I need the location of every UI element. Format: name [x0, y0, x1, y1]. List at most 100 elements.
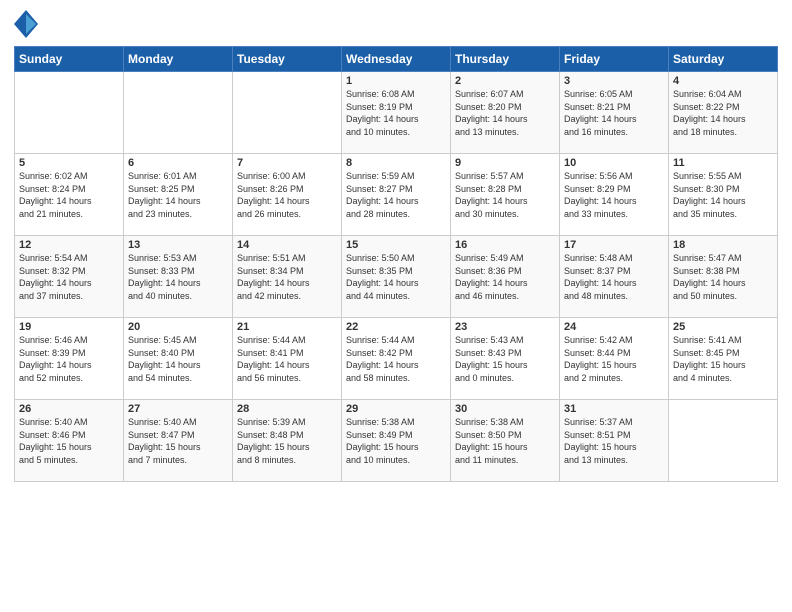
day-number: 11 — [673, 157, 773, 169]
day-number: 23 — [455, 321, 555, 333]
calendar-cell: 30Sunrise: 5:38 AM Sunset: 8:50 PM Dayli… — [451, 400, 560, 482]
day-number: 30 — [455, 403, 555, 415]
calendar-cell: 21Sunrise: 5:44 AM Sunset: 8:41 PM Dayli… — [233, 318, 342, 400]
day-number: 19 — [19, 321, 119, 333]
day-info: Sunrise: 5:57 AM Sunset: 8:28 PM Dayligh… — [455, 170, 555, 220]
calendar-cell: 27Sunrise: 5:40 AM Sunset: 8:47 PM Dayli… — [124, 400, 233, 482]
day-number: 8 — [346, 157, 446, 169]
calendar-cell: 10Sunrise: 5:56 AM Sunset: 8:29 PM Dayli… — [560, 154, 669, 236]
weekday-header-saturday: Saturday — [669, 47, 778, 72]
day-info: Sunrise: 5:40 AM Sunset: 8:47 PM Dayligh… — [128, 416, 228, 466]
day-number: 26 — [19, 403, 119, 415]
day-info: Sunrise: 5:47 AM Sunset: 8:38 PM Dayligh… — [673, 252, 773, 302]
weekday-header-monday: Monday — [124, 47, 233, 72]
day-info: Sunrise: 6:01 AM Sunset: 8:25 PM Dayligh… — [128, 170, 228, 220]
logo — [14, 10, 42, 38]
calendar-week-row: 5Sunrise: 6:02 AM Sunset: 8:24 PM Daylig… — [15, 154, 778, 236]
day-info: Sunrise: 6:00 AM Sunset: 8:26 PM Dayligh… — [237, 170, 337, 220]
day-number: 21 — [237, 321, 337, 333]
day-info: Sunrise: 5:45 AM Sunset: 8:40 PM Dayligh… — [128, 334, 228, 384]
day-number: 31 — [564, 403, 664, 415]
calendar-week-row: 12Sunrise: 5:54 AM Sunset: 8:32 PM Dayli… — [15, 236, 778, 318]
day-info: Sunrise: 6:04 AM Sunset: 8:22 PM Dayligh… — [673, 88, 773, 138]
calendar-cell — [15, 72, 124, 154]
calendar-cell: 28Sunrise: 5:39 AM Sunset: 8:48 PM Dayli… — [233, 400, 342, 482]
day-number: 27 — [128, 403, 228, 415]
calendar-week-row: 19Sunrise: 5:46 AM Sunset: 8:39 PM Dayli… — [15, 318, 778, 400]
day-number: 13 — [128, 239, 228, 251]
day-number: 16 — [455, 239, 555, 251]
day-info: Sunrise: 5:50 AM Sunset: 8:35 PM Dayligh… — [346, 252, 446, 302]
day-number: 24 — [564, 321, 664, 333]
calendar-week-row: 26Sunrise: 5:40 AM Sunset: 8:46 PM Dayli… — [15, 400, 778, 482]
calendar-cell: 6Sunrise: 6:01 AM Sunset: 8:25 PM Daylig… — [124, 154, 233, 236]
day-info: Sunrise: 5:39 AM Sunset: 8:48 PM Dayligh… — [237, 416, 337, 466]
day-info: Sunrise: 5:59 AM Sunset: 8:27 PM Dayligh… — [346, 170, 446, 220]
day-info: Sunrise: 6:02 AM Sunset: 8:24 PM Dayligh… — [19, 170, 119, 220]
day-number: 18 — [673, 239, 773, 251]
calendar-cell: 19Sunrise: 5:46 AM Sunset: 8:39 PM Dayli… — [15, 318, 124, 400]
calendar-cell: 25Sunrise: 5:41 AM Sunset: 8:45 PM Dayli… — [669, 318, 778, 400]
weekday-header-thursday: Thursday — [451, 47, 560, 72]
page: SundayMondayTuesdayWednesdayThursdayFrid… — [0, 0, 792, 612]
calendar-cell — [669, 400, 778, 482]
day-info: Sunrise: 5:40 AM Sunset: 8:46 PM Dayligh… — [19, 416, 119, 466]
day-info: Sunrise: 5:49 AM Sunset: 8:36 PM Dayligh… — [455, 252, 555, 302]
day-info: Sunrise: 5:56 AM Sunset: 8:29 PM Dayligh… — [564, 170, 664, 220]
day-number: 17 — [564, 239, 664, 251]
day-info: Sunrise: 5:55 AM Sunset: 8:30 PM Dayligh… — [673, 170, 773, 220]
calendar-cell: 7Sunrise: 6:00 AM Sunset: 8:26 PM Daylig… — [233, 154, 342, 236]
day-info: Sunrise: 5:41 AM Sunset: 8:45 PM Dayligh… — [673, 334, 773, 384]
calendar-cell: 20Sunrise: 5:45 AM Sunset: 8:40 PM Dayli… — [124, 318, 233, 400]
calendar-cell: 1Sunrise: 6:08 AM Sunset: 8:19 PM Daylig… — [342, 72, 451, 154]
weekday-header-tuesday: Tuesday — [233, 47, 342, 72]
day-number: 20 — [128, 321, 228, 333]
day-info: Sunrise: 5:42 AM Sunset: 8:44 PM Dayligh… — [564, 334, 664, 384]
day-info: Sunrise: 5:44 AM Sunset: 8:42 PM Dayligh… — [346, 334, 446, 384]
day-info: Sunrise: 5:48 AM Sunset: 8:37 PM Dayligh… — [564, 252, 664, 302]
day-info: Sunrise: 5:38 AM Sunset: 8:49 PM Dayligh… — [346, 416, 446, 466]
calendar-cell: 23Sunrise: 5:43 AM Sunset: 8:43 PM Dayli… — [451, 318, 560, 400]
weekday-header-friday: Friday — [560, 47, 669, 72]
calendar-cell: 15Sunrise: 5:50 AM Sunset: 8:35 PM Dayli… — [342, 236, 451, 318]
calendar-cell: 14Sunrise: 5:51 AM Sunset: 8:34 PM Dayli… — [233, 236, 342, 318]
day-info: Sunrise: 5:44 AM Sunset: 8:41 PM Dayligh… — [237, 334, 337, 384]
weekday-header-wednesday: Wednesday — [342, 47, 451, 72]
day-info: Sunrise: 5:54 AM Sunset: 8:32 PM Dayligh… — [19, 252, 119, 302]
day-number: 28 — [237, 403, 337, 415]
day-number: 15 — [346, 239, 446, 251]
logo-icon — [14, 10, 38, 38]
calendar-cell: 26Sunrise: 5:40 AM Sunset: 8:46 PM Dayli… — [15, 400, 124, 482]
day-info: Sunrise: 6:08 AM Sunset: 8:19 PM Dayligh… — [346, 88, 446, 138]
weekday-header-row: SundayMondayTuesdayWednesdayThursdayFrid… — [15, 47, 778, 72]
calendar-cell: 9Sunrise: 5:57 AM Sunset: 8:28 PM Daylig… — [451, 154, 560, 236]
day-info: Sunrise: 6:07 AM Sunset: 8:20 PM Dayligh… — [455, 88, 555, 138]
day-info: Sunrise: 5:43 AM Sunset: 8:43 PM Dayligh… — [455, 334, 555, 384]
day-number: 7 — [237, 157, 337, 169]
calendar-table: SundayMondayTuesdayWednesdayThursdayFrid… — [14, 46, 778, 482]
day-number: 9 — [455, 157, 555, 169]
weekday-header-sunday: Sunday — [15, 47, 124, 72]
day-info: Sunrise: 5:37 AM Sunset: 8:51 PM Dayligh… — [564, 416, 664, 466]
calendar-cell: 4Sunrise: 6:04 AM Sunset: 8:22 PM Daylig… — [669, 72, 778, 154]
calendar-cell — [233, 72, 342, 154]
day-info: Sunrise: 5:51 AM Sunset: 8:34 PM Dayligh… — [237, 252, 337, 302]
calendar-cell — [124, 72, 233, 154]
day-info: Sunrise: 5:46 AM Sunset: 8:39 PM Dayligh… — [19, 334, 119, 384]
day-info: Sunrise: 6:05 AM Sunset: 8:21 PM Dayligh… — [564, 88, 664, 138]
day-number: 10 — [564, 157, 664, 169]
calendar-cell: 3Sunrise: 6:05 AM Sunset: 8:21 PM Daylig… — [560, 72, 669, 154]
calendar-cell: 12Sunrise: 5:54 AM Sunset: 8:32 PM Dayli… — [15, 236, 124, 318]
calendar-cell: 5Sunrise: 6:02 AM Sunset: 8:24 PM Daylig… — [15, 154, 124, 236]
calendar-cell: 18Sunrise: 5:47 AM Sunset: 8:38 PM Dayli… — [669, 236, 778, 318]
day-number: 12 — [19, 239, 119, 251]
calendar-cell: 8Sunrise: 5:59 AM Sunset: 8:27 PM Daylig… — [342, 154, 451, 236]
day-number: 1 — [346, 75, 446, 87]
calendar-cell: 16Sunrise: 5:49 AM Sunset: 8:36 PM Dayli… — [451, 236, 560, 318]
calendar-week-row: 1Sunrise: 6:08 AM Sunset: 8:19 PM Daylig… — [15, 72, 778, 154]
day-number: 5 — [19, 157, 119, 169]
day-info: Sunrise: 5:38 AM Sunset: 8:50 PM Dayligh… — [455, 416, 555, 466]
day-number: 2 — [455, 75, 555, 87]
calendar-cell: 13Sunrise: 5:53 AM Sunset: 8:33 PM Dayli… — [124, 236, 233, 318]
day-number: 4 — [673, 75, 773, 87]
